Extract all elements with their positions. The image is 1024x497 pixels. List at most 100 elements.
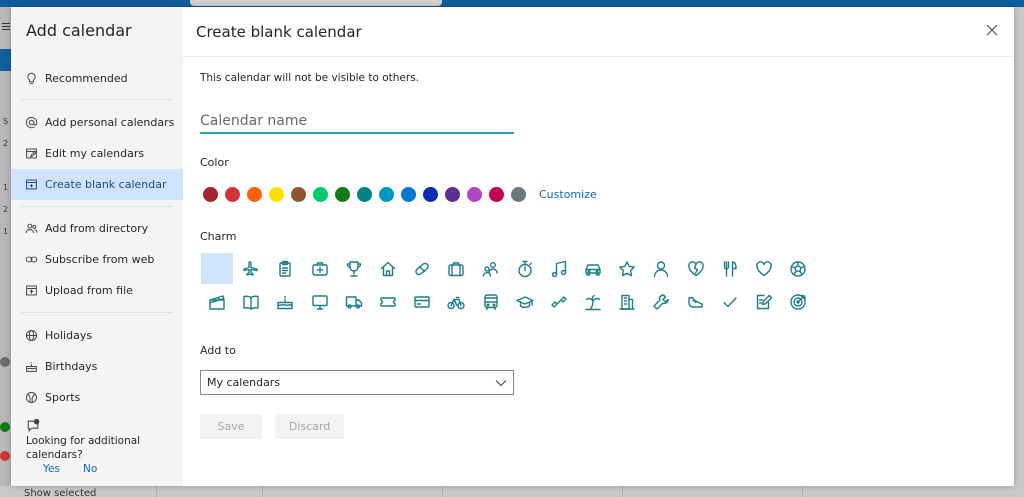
color-swatch[interactable]	[313, 187, 328, 202]
add-to-dropdown[interactable]: My calendars	[200, 370, 514, 395]
people-icon	[25, 223, 38, 234]
color-swatch[interactable]	[291, 187, 306, 202]
calendar-name-input[interactable]	[200, 110, 514, 134]
trophy-icon	[346, 260, 361, 277]
add-calendar-sidebar: Add calendar Recommended Add personal ca…	[11, 7, 183, 486]
color-swatch[interactable]	[357, 187, 372, 202]
visibility-note: This calendar will not be visible to oth…	[200, 72, 420, 84]
charm-option[interactable]	[748, 286, 780, 317]
app-header-bar	[0, 0, 1024, 7]
charm-label: Charm	[200, 230, 237, 243]
charm-option[interactable]	[475, 253, 507, 284]
charm-option[interactable]	[577, 286, 609, 317]
color-swatch[interactable]	[269, 187, 284, 202]
yes-link[interactable]: Yes	[43, 463, 60, 475]
charm-option[interactable]	[338, 253, 370, 284]
sidebar-item-edit-my-calendars[interactable]: Edit my calendars	[11, 138, 183, 169]
charm-option[interactable]	[680, 253, 712, 284]
color-swatch[interactable]	[379, 187, 394, 202]
music-icon	[551, 260, 567, 277]
charm-option[interactable]	[304, 253, 336, 284]
charm-option[interactable]	[201, 253, 233, 284]
hamburger-icon	[2, 23, 10, 24]
color-swatch[interactable]	[203, 187, 218, 202]
book-icon	[243, 295, 259, 310]
color-swatch[interactable]	[489, 187, 504, 202]
sidebar-item-add-from-directory[interactable]: Add from directory	[11, 213, 183, 244]
color-swatch[interactable]	[247, 187, 262, 202]
charm-option[interactable]	[714, 286, 746, 317]
sidebar-item-sports[interactable]: Sports	[11, 382, 183, 413]
feedback-icon	[27, 419, 40, 433]
no-link[interactable]: No	[83, 463, 97, 475]
sidebar-item-create-blank[interactable]: Create blank calendar	[11, 169, 183, 200]
sidebar-item-recommended[interactable]: Recommended	[11, 63, 183, 94]
charm-option[interactable]	[406, 253, 438, 284]
charm-option[interactable]	[680, 286, 712, 317]
sidebar-item-upload-from-file[interactable]: Upload from file	[11, 275, 183, 306]
charm-option[interactable]	[782, 253, 814, 284]
charm-option[interactable]	[748, 253, 780, 284]
app-search-box	[190, 0, 442, 6]
charm-option[interactable]	[269, 253, 301, 284]
sidebar-title: Add calendar	[26, 21, 132, 40]
charm-option[interactable]	[645, 286, 677, 317]
charm-option[interactable]	[235, 286, 267, 317]
color-picker: Customize	[203, 187, 597, 202]
charm-option[interactable]	[269, 286, 301, 317]
charm-option[interactable]	[201, 286, 233, 317]
color-swatch[interactable]	[225, 187, 240, 202]
island-icon	[585, 294, 601, 310]
person-icon	[654, 260, 669, 277]
lightbulb-icon	[26, 72, 36, 84]
charm-option[interactable]	[543, 253, 575, 284]
charm-option[interactable]	[475, 286, 507, 317]
charm-option[interactable]	[440, 286, 472, 317]
upload-icon	[25, 285, 37, 296]
customize-color-link[interactable]: Customize	[539, 188, 597, 201]
charm-option[interactable]	[372, 253, 404, 284]
charm-option[interactable]	[235, 253, 267, 284]
close-icon[interactable]	[986, 24, 998, 36]
color-swatch[interactable]	[445, 187, 460, 202]
charm-option[interactable]	[509, 253, 541, 284]
charm-picker	[201, 253, 817, 319]
save-button[interactable]: Save	[200, 414, 262, 439]
color-swatch[interactable]	[401, 187, 416, 202]
color-swatch[interactable]	[335, 187, 350, 202]
charm-option[interactable]	[440, 253, 472, 284]
charm-option[interactable]	[611, 286, 643, 317]
ball-icon	[25, 391, 37, 404]
charm-option[interactable]	[338, 286, 370, 317]
soccer-ball-icon	[790, 260, 806, 277]
color-swatch[interactable]	[511, 187, 526, 202]
bus-icon	[483, 293, 498, 310]
pill-icon	[415, 262, 429, 275]
charm-option[interactable]	[304, 286, 336, 317]
color-swatch[interactable]	[423, 187, 438, 202]
charm-option[interactable]	[372, 286, 404, 317]
truck-icon	[345, 295, 362, 309]
charm-option[interactable]	[782, 286, 814, 317]
create-calendar-panel: Create blank calendar This calendar will…	[183, 7, 1014, 486]
target-icon	[790, 293, 806, 310]
charm-option[interactable]	[714, 253, 746, 284]
charm-option[interactable]	[406, 286, 438, 317]
charm-option[interactable]	[509, 286, 541, 317]
clipboard-icon	[279, 260, 292, 277]
sidebar-item-holidays[interactable]: Holidays	[11, 320, 183, 351]
sidebar-item-add-personal[interactable]: Add personal calendars	[11, 107, 183, 138]
globe-icon	[25, 329, 37, 342]
rail-check-icon	[0, 357, 10, 367]
sidebar-item-subscribe-from-web[interactable]: Subscribe from web	[11, 244, 183, 275]
charm-option[interactable]	[577, 253, 609, 284]
sidebar-item-birthdays[interactable]: Birthdays	[11, 351, 183, 382]
charm-option[interactable]	[645, 253, 677, 284]
checkmark-icon	[723, 296, 737, 307]
discard-button[interactable]: Discard	[275, 414, 344, 439]
clapperboard-icon	[209, 294, 225, 310]
rail-digit: 1	[3, 227, 9, 236]
charm-option[interactable]	[543, 286, 575, 317]
charm-option[interactable]	[611, 253, 643, 284]
color-swatch[interactable]	[467, 187, 482, 202]
